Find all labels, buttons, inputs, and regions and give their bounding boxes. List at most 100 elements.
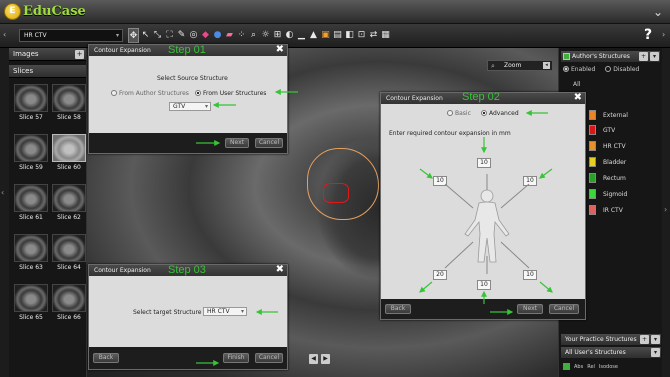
slice-thumb[interactable]: Slice 64 — [52, 234, 86, 272]
slice-image — [52, 284, 86, 312]
slice-thumb[interactable]: Slice 63 — [14, 234, 48, 272]
structure-name: GTV — [603, 126, 616, 134]
authors-structures-header[interactable]: Author's Structures + ▾ — [561, 51, 660, 62]
eraser-icon[interactable]: ▰ — [224, 28, 235, 43]
slice-thumb[interactable]: Slice 66 — [52, 284, 86, 322]
left-edge-arrow-icon[interactable]: ‹ — [1, 188, 7, 200]
image-icon[interactable]: ▤ — [332, 28, 343, 43]
pen-icon[interactable]: ✎ — [176, 28, 187, 43]
structure-item[interactable]: External — [589, 109, 628, 121]
from-author-radio[interactable]: From Author Structures — [111, 90, 189, 97]
close-icon[interactable]: ✖ — [276, 44, 284, 56]
pan-icon[interactable]: ⤡ — [152, 28, 163, 43]
from-user-radio[interactable]: From User Structures — [195, 90, 266, 97]
zoom-control[interactable]: ⌕ Zoom ◂ — [487, 60, 553, 71]
help-icon[interactable]: ? — [644, 27, 660, 45]
abs-option[interactable]: Abs — [574, 364, 583, 370]
screenshot-icon[interactable]: ⊡ — [356, 28, 367, 43]
ruler-icon[interactable]: ▁ — [296, 28, 307, 43]
slice-thumb[interactable]: Slice 59 — [14, 134, 48, 172]
images-header[interactable]: Images + — [9, 48, 86, 61]
advanced-radio[interactable]: Advanced — [481, 110, 519, 117]
finish-button[interactable]: Finish — [223, 353, 249, 363]
source-structure-select[interactable]: GTV ▾ — [169, 102, 211, 111]
back-button[interactable]: Back — [385, 304, 411, 314]
comment-icon[interactable]: ▣ — [320, 28, 331, 43]
expansion-top-input[interactable]: 10 — [477, 158, 491, 168]
chevron-down-icon[interactable]: ▾ — [651, 348, 660, 357]
zoom-icon[interactable]: ⌕ — [248, 28, 259, 43]
back-button[interactable]: Back — [93, 353, 119, 363]
checkbox[interactable] — [563, 53, 570, 60]
close-icon[interactable]: ◂ — [543, 62, 550, 69]
collapse-arrow-icon[interactable]: ⌄ — [650, 4, 666, 20]
human-figure-icon — [444, 174, 530, 274]
next-button[interactable]: Next — [225, 138, 249, 148]
cursor-icon[interactable]: ↖ — [140, 28, 151, 43]
structure-select[interactable]: HR CTV ▾ — [19, 29, 123, 42]
your-practice-structures-header[interactable]: Your Practice Structures + ▾ — [561, 334, 661, 345]
cancel-button[interactable]: Cancel — [255, 353, 283, 363]
structure-item[interactable]: Bladder — [589, 156, 626, 168]
chart-icon[interactable]: ▲ — [308, 28, 319, 43]
step-label: Step 02 — [462, 91, 500, 103]
dialog-prompt: Select target Structure — [133, 309, 202, 316]
play-icon[interactable]: ▶ — [321, 354, 330, 364]
visibility-radio-group: Enabled Disabled — [559, 62, 662, 73]
move-icon[interactable]: ✥ — [128, 28, 139, 43]
nav-right-arrow-icon[interactable]: › — [662, 30, 668, 42]
contrast-icon[interactable]: ◐ — [284, 28, 295, 43]
fit-icon[interactable]: ⛶ — [164, 28, 175, 43]
add-icon[interactable]: + — [75, 50, 84, 59]
save-icon[interactable]: ◧ — [344, 28, 355, 43]
shapes-icon[interactable]: ◆ — [200, 28, 211, 43]
all-row[interactable]: All — [559, 73, 662, 88]
slice-image — [14, 234, 48, 262]
compare-icon[interactable]: ⇄ — [368, 28, 379, 43]
layers-icon[interactable]: ▦ — [380, 28, 391, 43]
structure-item[interactable]: Rectum — [589, 172, 626, 184]
slice-thumb-selected[interactable]: Slice 60 — [52, 134, 86, 172]
brightness-icon[interactable]: ☼ — [260, 28, 271, 43]
brush-icon[interactable]: ● — [212, 28, 223, 43]
color-swatch — [589, 173, 596, 183]
slice-thumb[interactable]: Slice 61 — [14, 184, 48, 222]
slice-thumb[interactable]: Slice 58 — [52, 84, 86, 122]
app-name: EduCase — [23, 4, 86, 19]
structure-item[interactable]: Sigmoid — [589, 188, 627, 200]
window-icon[interactable]: ⊞ — [272, 28, 283, 43]
checkbox[interactable] — [563, 363, 570, 370]
nav-left-arrow-icon[interactable]: ‹ — [3, 30, 9, 42]
slice-thumb[interactable]: Slice 62 — [52, 184, 86, 222]
right-edge-arrow-icon[interactable]: › — [664, 205, 667, 214]
target-structure-select[interactable]: HR CTV ▾ — [203, 307, 247, 316]
chevron-down-icon[interactable]: ▾ — [651, 335, 660, 344]
cancel-button[interactable]: Cancel — [549, 304, 579, 314]
add-icon[interactable]: + — [640, 335, 649, 344]
cancel-button[interactable]: Cancel — [255, 138, 283, 148]
app-logo: E EduCase — [4, 3, 86, 20]
structure-name: External — [603, 111, 628, 119]
step-label: Step 01 — [168, 44, 206, 56]
slice-thumb[interactable]: Slice 57 — [14, 84, 48, 122]
add-icon[interactable]: + — [639, 52, 648, 61]
slice-label: Slice 57 — [19, 114, 43, 121]
all-users-structures-header[interactable]: All User's Structures ▾ — [561, 347, 661, 358]
basic-radio[interactable]: Basic — [447, 110, 471, 117]
structure-item[interactable]: GTV — [589, 124, 615, 136]
close-icon[interactable]: ✖ — [574, 92, 582, 104]
slice-thumb[interactable]: Slice 65 — [14, 284, 48, 322]
enabled-radio[interactable]: Enabled — [563, 66, 595, 73]
structure-item[interactable]: HR CTV — [589, 140, 626, 152]
prev-slice-icon[interactable]: ◀ — [309, 354, 318, 364]
expansion-bottom-input[interactable]: 10 — [477, 280, 491, 290]
structure-item[interactable]: IR CTV — [589, 204, 623, 216]
next-button[interactable]: Next — [517, 304, 543, 314]
chevron-down-icon[interactable]: ▾ — [650, 52, 659, 61]
grid-icon[interactable]: ⁘ — [236, 28, 247, 43]
close-icon[interactable]: ✖ — [276, 264, 284, 276]
disabled-radio[interactable]: Disabled — [605, 66, 639, 73]
circle-select-icon[interactable]: ◎ — [188, 28, 199, 43]
from-author-label: From Author Structures — [119, 90, 189, 97]
rel-option[interactable]: Rel — [587, 364, 595, 370]
